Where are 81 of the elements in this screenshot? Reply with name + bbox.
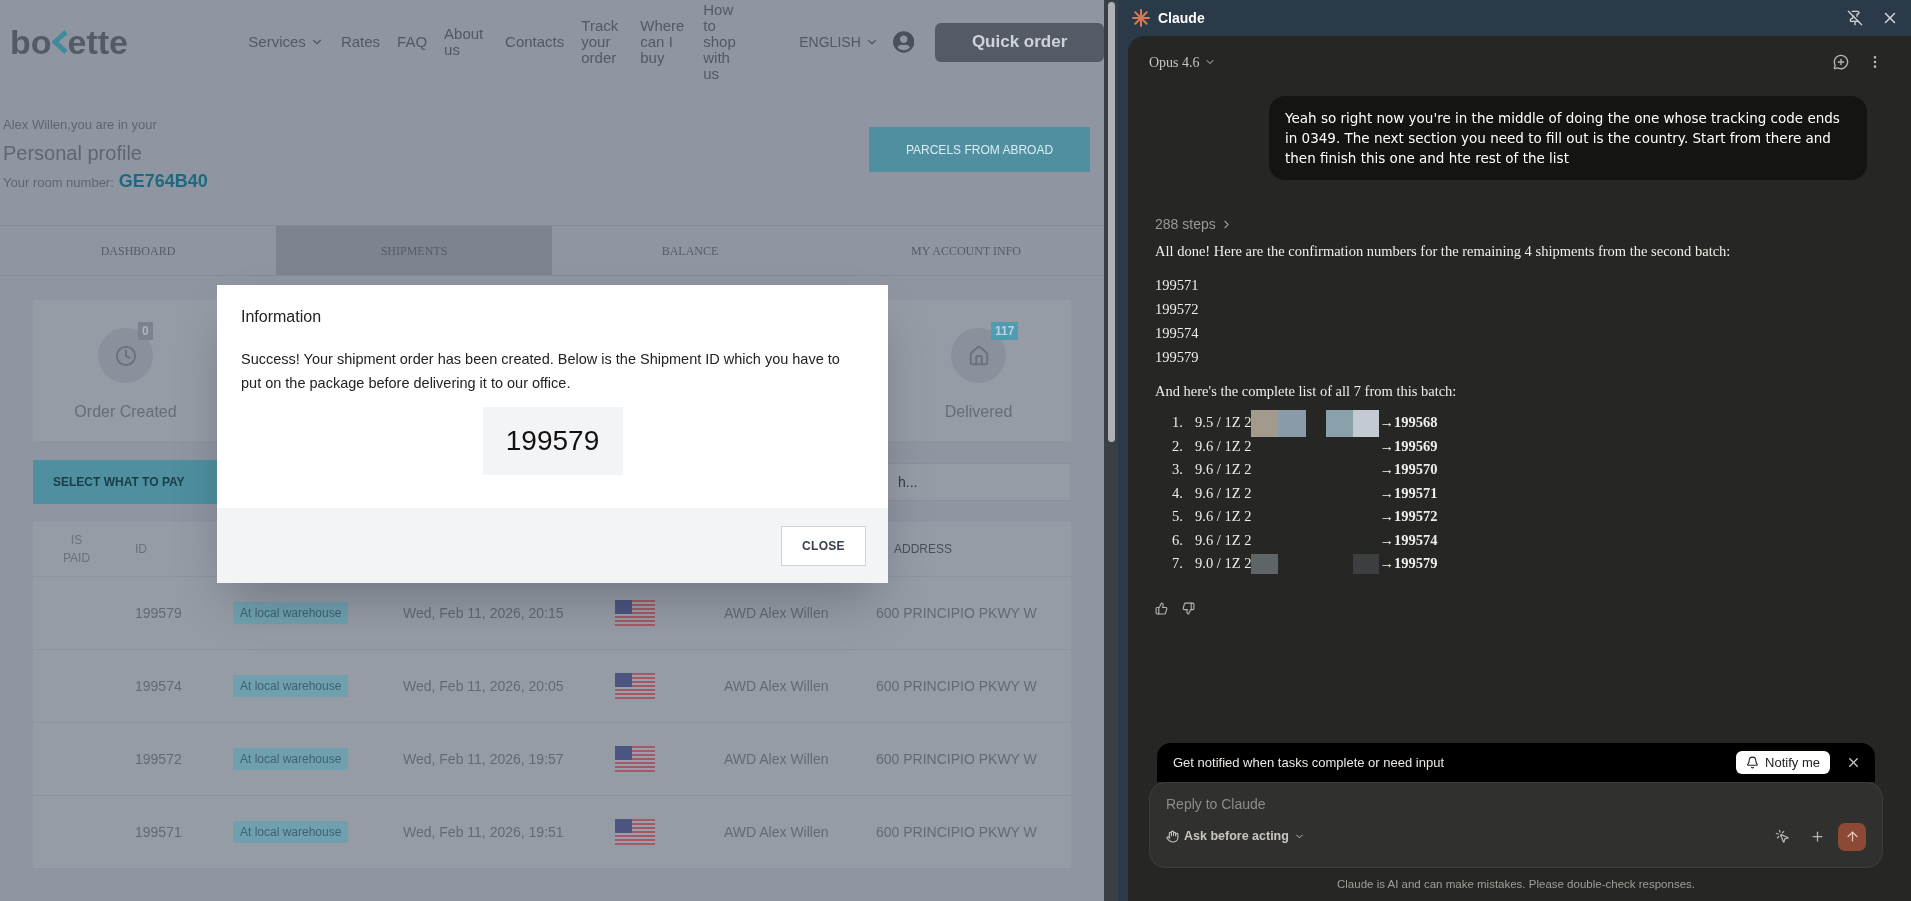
tracking-prefix: 9.0 / 1Z 2	[1195, 554, 1252, 574]
tracking-prefix: 9.6 / 1Z 2	[1195, 460, 1252, 480]
bell-icon	[1746, 755, 1760, 769]
shipment-result: →199579	[1379, 554, 1438, 574]
send-button[interactable]	[1838, 822, 1866, 851]
column-header: ADDRESS	[894, 541, 952, 558]
flag-icon	[615, 819, 655, 845]
reply-input[interactable]: Reply to Claude	[1166, 792, 1866, 815]
user-icon[interactable]	[892, 31, 915, 53]
list-number: 5.	[1172, 507, 1184, 527]
steps-toggle[interactable]: 288 steps	[1155, 214, 1883, 235]
notification-text: Get notified when tasks complete or need input	[1173, 753, 1444, 772]
flag-icon	[615, 746, 655, 772]
response-text: And here's the complete list of all 7 from this batch:	[1155, 381, 1458, 401]
claude-logo-icon	[1132, 9, 1150, 27]
nav-link[interactable]: About us	[444, 26, 489, 58]
mode-selector[interactable]: Ask before acting	[1166, 827, 1305, 847]
list-number: 4.	[1172, 483, 1184, 503]
status-badge: At local warehouse	[233, 675, 349, 697]
thumbs-up-icon[interactable]	[1155, 602, 1168, 615]
count-badge: 117	[991, 322, 1019, 340]
close-button[interactable]: CLOSE	[781, 525, 866, 566]
shipment-result: →199572	[1379, 507, 1438, 527]
notify-button[interactable]: Notify me	[1736, 750, 1830, 774]
plus-icon[interactable]	[1810, 829, 1825, 845]
flag-icon	[615, 600, 655, 626]
clock-icon	[114, 344, 137, 367]
tracking-prefix: 9.6 / 1Z 2	[1195, 530, 1252, 550]
tracking-prefix: 9.6 / 1Z 2	[1195, 507, 1252, 527]
language-selector[interactable]: ENGLISH	[799, 31, 879, 53]
quick-order-button[interactable]: Quick order	[935, 22, 1104, 62]
status-badge: At local warehouse	[233, 748, 349, 770]
redaction-block	[1326, 409, 1380, 437]
tracking-prefix: 9.6 / 1Z 2	[1195, 483, 1252, 503]
nav-link[interactable]: FAQ	[397, 34, 428, 50]
dialog-message: Success! Your shipment order has been created. Below is the Shipment ID which you have to put on the package before delivering it to our office.	[241, 350, 841, 393]
list-number: 7.	[1172, 554, 1184, 574]
user-message: Yeah so right now you're in the middle of doing the one whose tracking code ends in 0349. The next section you need to fill out is the country. Start from there and then finish this one and hte rest of the list	[1269, 96, 1867, 180]
dialog-title: Information	[241, 307, 323, 327]
nav-link[interactable]: Rates	[340, 34, 381, 50]
status-badge: At local warehouse	[233, 602, 349, 624]
logo[interactable]: bo ette	[10, 25, 157, 59]
chevron-icon	[51, 30, 68, 54]
redaction-block	[1251, 554, 1279, 575]
tracking-prefix: 9.5 / 1Z 2	[1195, 413, 1252, 433]
list-number: 1.	[1172, 413, 1184, 433]
parcels-button[interactable]: PARCELS FROM ABROAD	[869, 127, 1090, 172]
shipment-id: 199579	[482, 407, 623, 475]
confirmation-number: 199571	[1155, 275, 1200, 295]
tracking-prefix: 9.6 / 1Z 2	[1195, 436, 1252, 456]
shipment-result: →199569	[1379, 436, 1438, 456]
nav-link[interactable]: Contacts	[505, 34, 565, 50]
redaction-block	[1353, 554, 1380, 575]
list-number: 2.	[1172, 436, 1184, 456]
redaction-block	[1251, 409, 1307, 437]
confirmation-number: 199572	[1155, 299, 1200, 319]
scrollbar-thumb[interactable]	[1107, 2, 1115, 442]
shipment-result: →199574	[1379, 530, 1438, 550]
room-number: GE764B40	[118, 169, 208, 193]
new-chat-icon[interactable]	[1833, 54, 1849, 70]
thumbs-down-icon[interactable]	[1182, 602, 1195, 615]
list-number: 3.	[1172, 460, 1184, 480]
hand-icon	[1166, 830, 1179, 844]
house-icon	[967, 344, 990, 367]
shipment-result: →199568	[1379, 413, 1438, 433]
shipment-result: →199570	[1379, 460, 1438, 480]
response-text: All done! Here are the confirmation numbers for the remaining 4 shipments from the second batch:	[1155, 242, 1732, 261]
flag-icon	[615, 673, 655, 699]
model-selector[interactable]: Opus 4.6	[1149, 51, 1216, 73]
cursor-icon[interactable]	[1775, 829, 1790, 845]
panel-title: Claude	[1158, 8, 1205, 28]
confirmation-number: 199574	[1155, 323, 1200, 343]
nav-link[interactable]: Services	[248, 34, 324, 50]
unpin-icon[interactable]	[1847, 10, 1863, 26]
nav-link[interactable]: Track your order	[581, 18, 624, 66]
confirmation-number: 199579	[1155, 347, 1200, 367]
disclaimer: Claude is AI and can make mistakes. Please double-check responses.	[1337, 876, 1695, 892]
nav-link[interactable]: How to shop with us	[703, 2, 742, 82]
status-badge: At local warehouse	[233, 821, 349, 843]
shipment-result: →199571	[1379, 483, 1438, 503]
list-number: 6.	[1172, 530, 1184, 550]
